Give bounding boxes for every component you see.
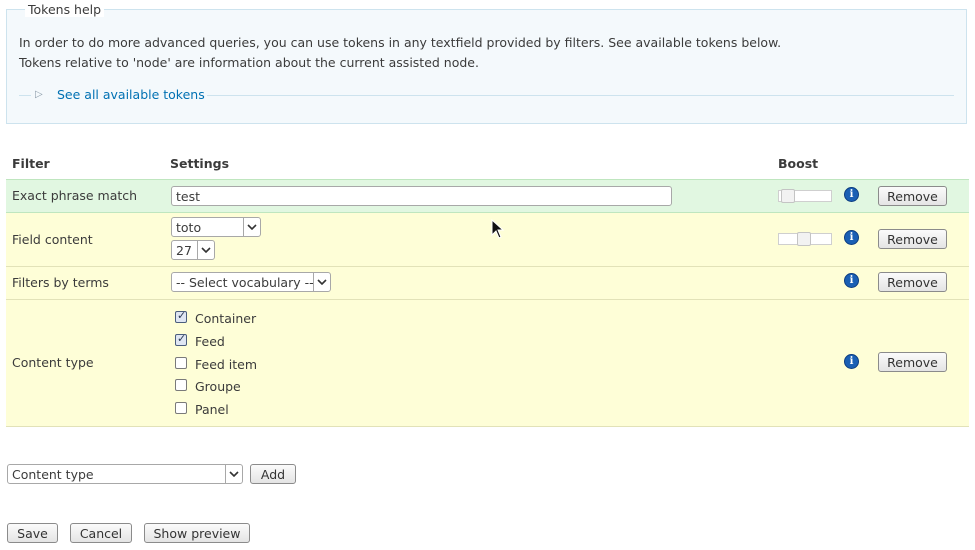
filter-label: Content type [12,355,94,370]
header-settings: Settings [170,156,230,171]
tokens-help-text-2: Tokens relative to 'node' are informatio… [19,55,479,70]
chevron-down-icon [313,273,330,291]
add-button[interactable]: Add [250,464,296,484]
checkbox-label: Container [195,311,257,326]
checkbox-panel[interactable] [175,402,187,414]
divider [207,95,954,96]
checkbox-feed[interactable]: ✓ [175,332,187,346]
cancel-button[interactable]: Cancel [70,523,132,543]
field-select[interactable]: toto [171,217,261,237]
remove-button[interactable]: Remove [878,352,947,372]
checkbox-label: Groupe [195,379,241,394]
filter-label: Filters by terms [12,275,109,290]
checkbox-groupe[interactable] [175,379,187,391]
table-row-filters-by-terms: Filters by terms -- Select vocabulary --… [6,267,969,300]
table-row-field-content: Field content toto 27 i Remove [6,213,969,267]
info-icon[interactable]: i [844,187,859,202]
checkbox-label: Panel [195,402,229,417]
filter-label: Exact phrase match [12,188,138,203]
remove-button[interactable]: Remove [878,186,947,206]
chevron-down-icon [197,241,214,259]
filter-label: Field content [12,232,93,247]
info-icon[interactable]: i [844,273,859,288]
chevron-down-icon [243,218,260,236]
remove-button[interactable]: Remove [878,272,947,292]
boost-slider[interactable] [778,189,832,203]
add-filter-select[interactable]: Content type [7,464,243,484]
checkbox-label: Feed item [195,357,258,372]
remove-button[interactable]: Remove [878,229,947,249]
value-select[interactable]: 27 [171,240,215,260]
checkbox-container[interactable]: ✓ [175,309,187,323]
collapsed-triangle-icon[interactable]: ▷ [35,87,43,103]
vocabulary-select[interactable]: -- Select vocabulary -- [171,272,331,292]
show-preview-button[interactable]: Show preview [144,523,250,543]
table-row-content-type: Content type ✓ Container ✓ Feed Feed ite… [6,300,969,427]
divider [19,95,31,96]
see-all-tokens-link[interactable]: See all available tokens [57,87,205,103]
tokens-help-text-1: In order to do more advanced queries, yo… [19,35,782,50]
header-boost: Boost [778,156,819,171]
chevron-down-icon [225,465,242,483]
exact-phrase-input[interactable] [171,186,672,206]
boost-slider[interactable] [778,232,832,246]
checkbox-label: Feed [195,334,225,349]
boost-slider-handle[interactable] [781,189,795,203]
info-icon[interactable]: i [844,230,859,245]
boost-slider-handle[interactable] [797,232,811,246]
save-button[interactable]: Save [7,523,58,543]
tokens-help-legend: Tokens help [25,2,105,17]
checkbox-feed-item[interactable] [175,357,187,369]
mouse-cursor-icon [491,219,505,239]
header-filter: Filter [12,156,50,171]
table-row-exact-phrase: Exact phrase match i Remove [6,179,969,213]
tokens-help-fieldset: Tokens help In order to do more advanced… [6,2,967,124]
see-all-tokens-toggle[interactable]: ▷ See all available tokens [19,87,954,103]
info-icon[interactable]: i [844,354,859,369]
